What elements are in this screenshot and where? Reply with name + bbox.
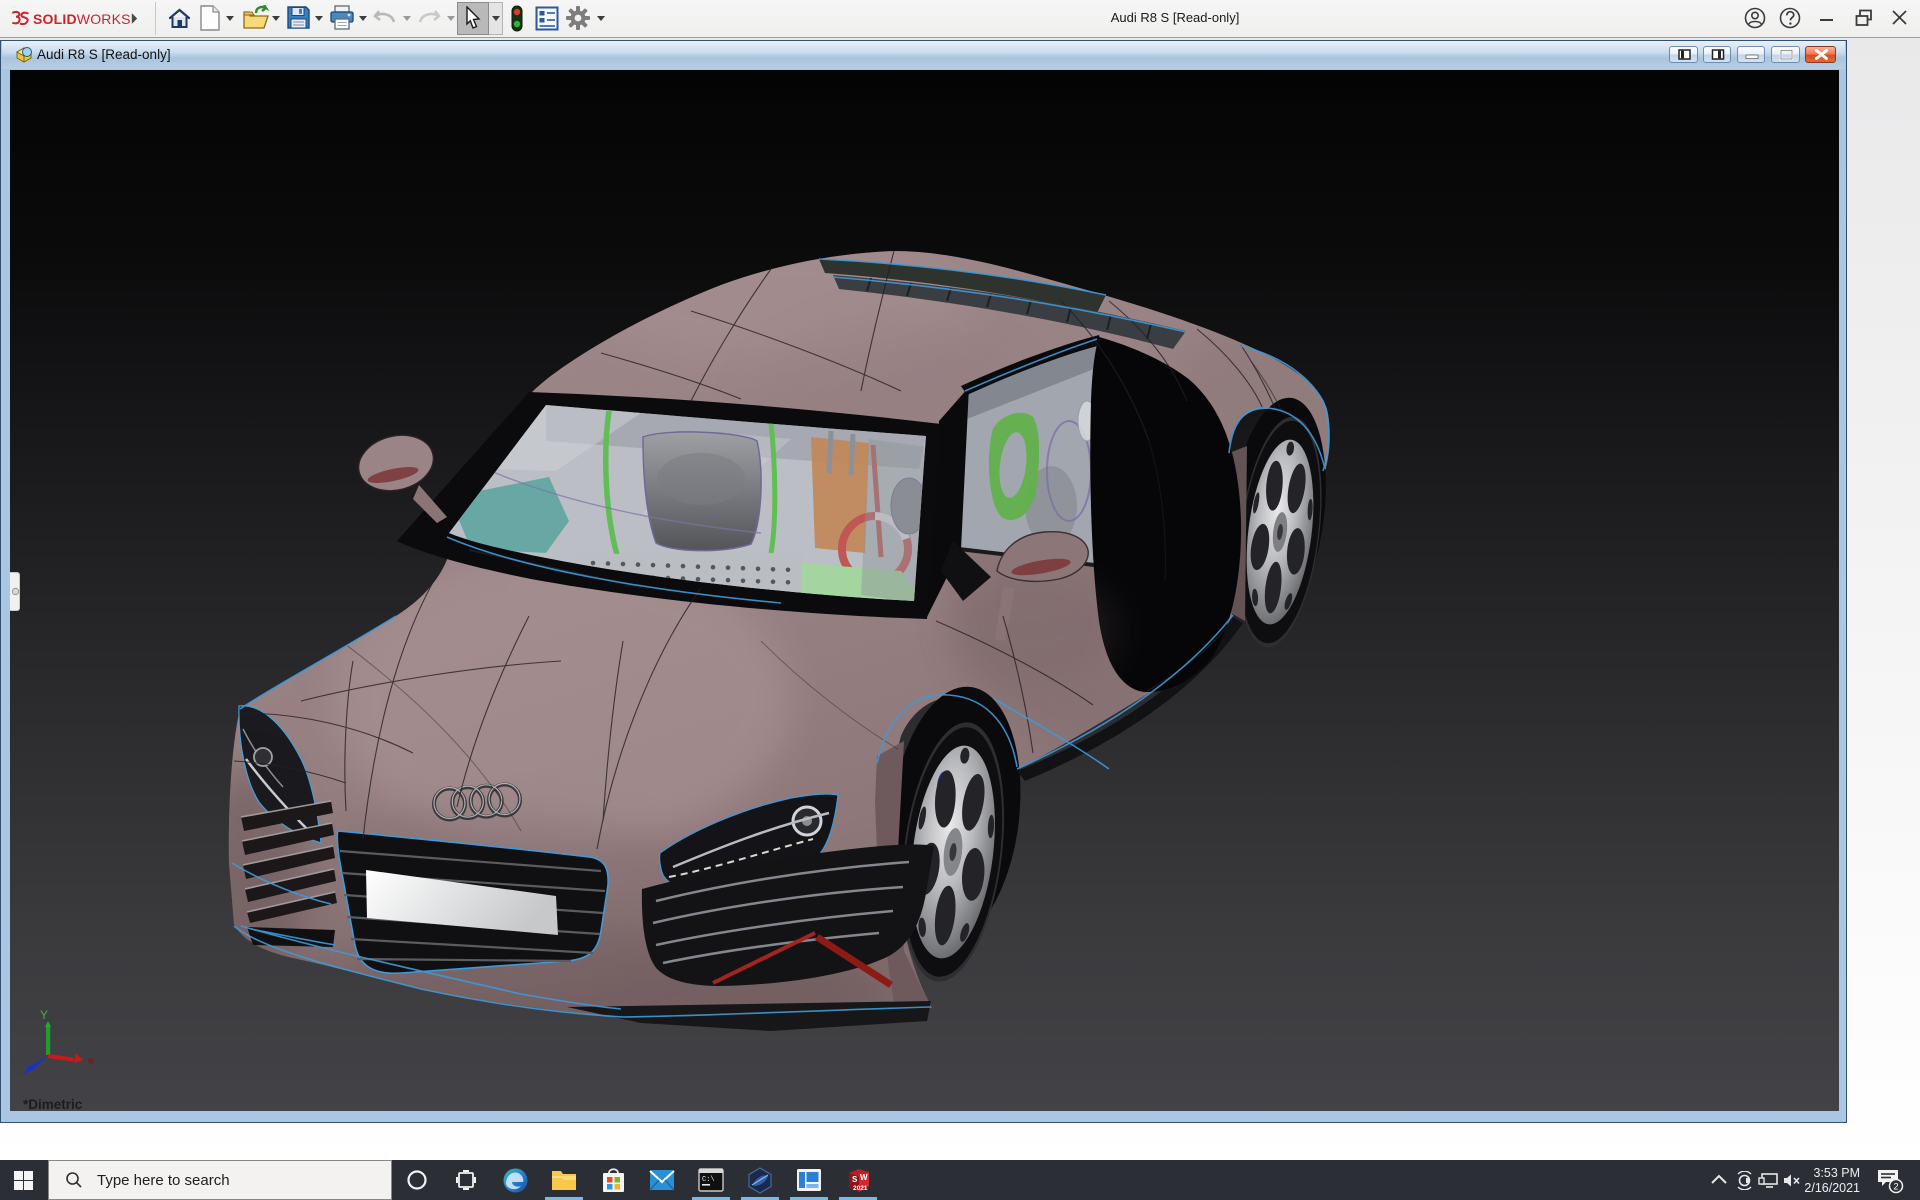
svg-text:C:\: C:\ [702, 1176, 715, 1184]
svg-text:W: W [860, 1173, 868, 1182]
svg-text:S: S [852, 1175, 858, 1184]
svg-text:Y: Y [40, 1008, 48, 1022]
svg-text:2: 2 [1893, 1182, 1898, 1193]
svg-text:2021: 2021 [853, 1185, 868, 1192]
